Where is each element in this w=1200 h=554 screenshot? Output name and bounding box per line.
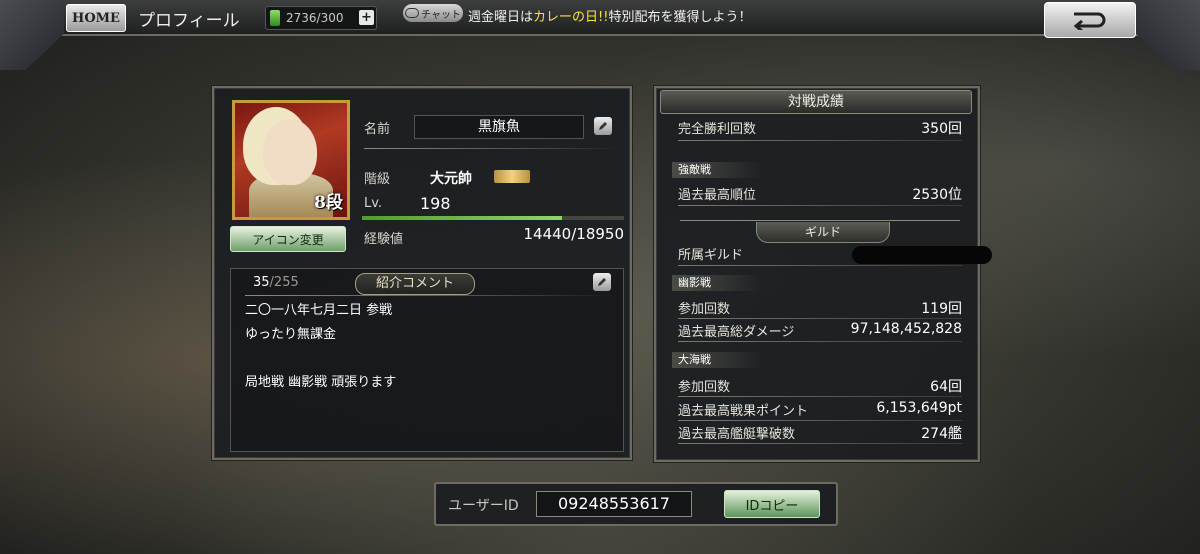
exp-label: 経験値: [364, 232, 404, 247]
pencil-icon: [598, 278, 606, 286]
phantom-damage-value: 97,148,452,828: [850, 321, 962, 337]
ocean-points-value: 6,153,649pt: [876, 400, 962, 416]
separator: [678, 318, 962, 319]
best-rank-label: 過去最高順位: [678, 188, 757, 203]
avatar[interactable]: 8段: [232, 100, 350, 220]
comment-line-2: ゆったり無課金: [245, 327, 337, 342]
chat-label: チャット: [421, 9, 461, 21]
ticker-suffix: 特別配布を獲得しよう！: [608, 10, 752, 25]
separator: [678, 396, 962, 397]
phantom-participation-label: 参加回数: [678, 302, 731, 317]
profile-panel: 8段 アイコン変更 名前 黒旗魚 階級 大元帥 Lv. 198 経験値 1444…: [212, 86, 632, 460]
avatar-face: [263, 119, 317, 185]
copy-id-button[interactable]: IDコピー: [724, 490, 820, 518]
ocean-points-label: 過去最高戦果ポイント: [678, 404, 809, 419]
separator: [678, 140, 962, 141]
stamina-value: 2736/300: [286, 11, 344, 25]
rank-emblem-icon: [494, 170, 530, 183]
separator: [678, 341, 962, 342]
phantom-battle-section: 幽影戦: [672, 275, 762, 291]
dan-rank-badge: 8段: [314, 193, 343, 213]
separator: [678, 265, 962, 266]
battle-record-panel: 対戦成績 完全勝利回数 350回 強敵戦 過去最高順位 2530位 ギルド 所属…: [654, 86, 992, 462]
phantom-participation-value: 119回: [921, 301, 962, 317]
ocean-participation-value: 64回: [930, 379, 962, 395]
separator: [364, 148, 620, 149]
separator: [678, 420, 962, 421]
perfect-wins-value: 350回: [921, 121, 962, 137]
icon-change-button[interactable]: アイコン変更: [230, 226, 346, 252]
back-button[interactable]: [1044, 2, 1136, 38]
ocean-participation-row: 参加回数 64回: [678, 376, 962, 395]
ocean-points-row: 過去最高戦果ポイント 6,153,649pt: [678, 400, 962, 419]
exp-value: 14440/18950: [523, 225, 625, 243]
user-id-label: ユーザーID: [448, 498, 519, 514]
phantom-damage-label: 過去最高総ダメージ: [678, 325, 795, 340]
intro-comment-box: 35/255 紹介コメント 二〇一八年七月二日 参戦 ゆったり無課金 局地戦 幽…: [230, 268, 624, 452]
ticker-prefix: 週金曜日は: [468, 10, 534, 25]
guild-label: 所属ギルド: [678, 248, 744, 263]
guild-divider: [680, 220, 960, 221]
page-title: プロフィール: [138, 11, 240, 31]
redacted-guild-name: [852, 246, 992, 264]
ocean-sunk-label: 過去最高艦艇撃破数: [678, 427, 796, 442]
exp-bar-fill: [362, 216, 562, 220]
ocean-participation-label: 参加回数: [678, 380, 731, 395]
battle-record-title: 対戦成績: [660, 90, 972, 114]
phantom-damage-row: 過去最高総ダメージ 97,148,452,828: [678, 321, 962, 340]
best-rank-row: 過去最高順位 2530位: [678, 184, 962, 203]
user-id-value: 09248553617: [536, 491, 692, 517]
level-label: Lv.: [364, 196, 383, 211]
separator: [678, 205, 962, 206]
ticker-highlight: カレーの日!!: [533, 10, 609, 25]
perfect-wins-row: 完全勝利回数 350回: [678, 118, 962, 137]
edit-name-icon[interactable]: [594, 117, 612, 135]
comment-line-1: 二〇一八年七月二日 参戦: [245, 303, 393, 318]
strong-enemy-section: 強敵戦: [672, 162, 762, 178]
stamina-meter: 2736/300 +: [265, 6, 377, 30]
ocean-sunk-value: 274艦: [921, 426, 962, 442]
return-arrow-icon: [1073, 12, 1106, 30]
comment-line-4: 局地戦 幽影戦 頑張ります: [245, 375, 397, 390]
stamina-add-button[interactable]: +: [359, 10, 374, 25]
player-name: 黒旗魚: [414, 115, 584, 139]
ocean-battle-section: 大海戦: [672, 352, 762, 368]
rank-value: 大元帥: [430, 171, 472, 187]
news-ticker: 週金曜日はカレーの日!!特別配布を獲得しよう！: [468, 6, 751, 25]
chat-bubble-icon: [405, 8, 420, 18]
name-label: 名前: [364, 122, 391, 137]
guild-section: ギルド: [756, 222, 890, 243]
level-value: 198: [420, 194, 451, 213]
perfect-wins-label: 完全勝利回数: [678, 122, 757, 137]
ocean-sunk-row: 過去最高艦艇撃破数 274艦: [678, 423, 962, 442]
home-button[interactable]: HOME: [66, 4, 126, 32]
char-count-max: /255: [269, 275, 299, 290]
char-count-current: 35: [253, 275, 270, 290]
pencil-icon: [599, 122, 607, 130]
user-id-bar: ユーザーID 09248553617 IDコピー: [434, 482, 838, 526]
comment-title: 紹介コメント: [355, 273, 475, 295]
best-rank-value: 2530位: [912, 187, 962, 203]
edit-comment-icon[interactable]: [593, 273, 611, 291]
comment-char-count: 35/255: [253, 275, 299, 290]
phantom-participation-row: 参加回数 119回: [678, 298, 962, 317]
exp-bar: [362, 216, 624, 220]
chat-button[interactable]: チャット: [403, 4, 463, 22]
rank-label: 階級: [364, 172, 391, 187]
stamina-icon: [270, 10, 280, 26]
separator: [678, 443, 962, 444]
separator: [245, 295, 613, 296]
